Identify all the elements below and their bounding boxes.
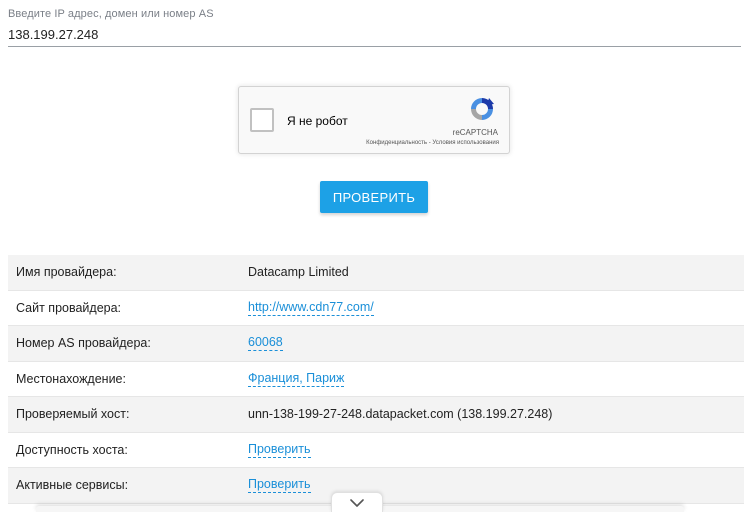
result-key: Местонахождение: [16, 371, 126, 386]
result-key: Проверяемый хост: [16, 407, 130, 422]
result-row: Сайт провайдера: http://www.cdn77.com/ [8, 290, 744, 326]
recaptcha-label: Я не робот [287, 114, 348, 128]
recaptcha-links: Конфиденциальность - Условия использован… [366, 140, 499, 146]
lookup-field: Введите IP адрес, домен или номер AS [8, 8, 741, 47]
recaptcha-logo-icon [471, 98, 494, 120]
result-row: Проверяемый хост: unn-138-199-27-248.data… [8, 397, 744, 433]
result-value: unn-138-199-27-248.datapacket.com (138.1… [248, 407, 553, 422]
result-key: Номер AS провайдера: [16, 336, 151, 351]
result-key: Активные сервисы: [16, 478, 129, 493]
lookup-input[interactable] [8, 27, 741, 47]
result-row: Доступность хоста: Проверить [8, 432, 744, 468]
result-value: Datacamp Limited [248, 265, 349, 280]
result-key: Сайт провайдера: [16, 300, 122, 315]
expand-button[interactable] [331, 492, 383, 512]
recaptcha-terms-link[interactable]: Условия использования [432, 140, 499, 146]
recaptcha-privacy-link[interactable]: Конфиденциальность [366, 140, 427, 146]
recaptcha-brand: reCAPTCHA [452, 128, 498, 137]
chevron-down-icon [350, 498, 364, 507]
result-row: Местонахождение: Франция, Париж [8, 361, 744, 397]
recaptcha-checkbox[interactable] [250, 108, 274, 132]
result-value-link[interactable]: Франция, Париж [248, 371, 345, 387]
result-value-link[interactable]: http://www.cdn77.com/ [248, 300, 374, 316]
lookup-label: Введите IP адрес, домен или номер AS [8, 8, 214, 20]
results-table: Имя провайдера: Datacamp Limited Сайт пров… [8, 255, 744, 504]
check-button[interactable]: ПРОВЕРИТЬ [320, 181, 428, 213]
result-row: Номер AS провайдера: 60068 [8, 326, 744, 362]
result-value-link[interactable]: Проверить [248, 442, 311, 458]
result-value-link[interactable]: Проверить [248, 477, 311, 494]
result-key: Доступность хоста: [16, 442, 128, 457]
result-key: Имя провайдера: [16, 265, 117, 280]
result-value-link[interactable]: 60068 [248, 335, 283, 352]
result-row: Имя провайдера: Datacamp Limited [8, 255, 744, 291]
recaptcha-widget: Я не робот reCAPTCHA Конфиденциальность … [238, 86, 510, 154]
